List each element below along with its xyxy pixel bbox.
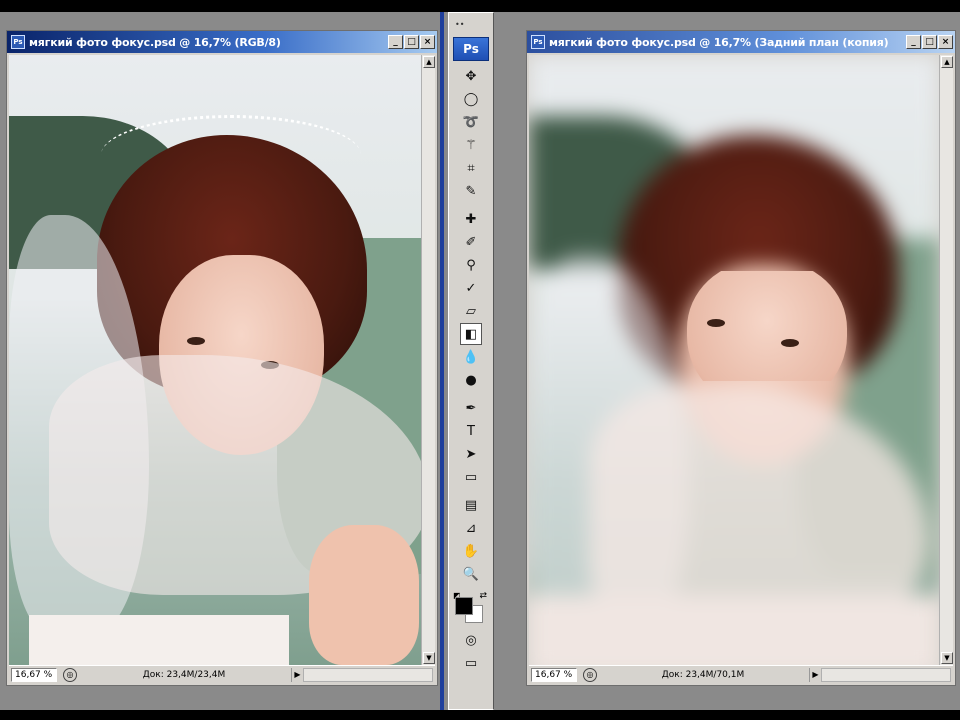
bride-photo-sharp [9, 55, 421, 665]
minimize-button[interactable]: _ [906, 35, 921, 49]
dodge-tool-icon[interactable]: ● [460, 369, 482, 391]
move-tool-icon[interactable]: ✥ [460, 65, 482, 87]
right-status-bar: 16,67 % ◎ Док: 23,4M/70,1M ▶ [529, 665, 953, 683]
screen-mode-icon[interactable]: ▭ [460, 652, 482, 674]
pen-tool-icon[interactable]: ✒ [460, 397, 482, 419]
right-window-titlebar[interactable]: Ps мягкий фото фокус.psd @ 16,7% (Задний… [527, 31, 955, 53]
right-zoom-field[interactable]: 16,67 % [531, 667, 577, 682]
right-doc-size: Док: 23,4M/70,1M [661, 669, 745, 680]
elliptical-marquee-tool-icon[interactable]: ◯ [460, 88, 482, 110]
close-button[interactable]: × [420, 35, 435, 49]
magic-wand-tool-icon[interactable]: ⚚ [460, 134, 482, 156]
tool-separator [449, 203, 493, 207]
photoshop-logo[interactable]: Ps [453, 37, 489, 61]
maximize-button[interactable]: □ [404, 35, 419, 49]
color-swatches: ◩ ⇄ [453, 591, 489, 625]
maximize-button[interactable]: □ [922, 35, 937, 49]
hand-tool-icon[interactable]: ✋ [460, 540, 482, 562]
left-document-window[interactable]: Ps мягкий фото фокус.psd @ 16,7% (RGB/8)… [6, 30, 438, 686]
photoshop-doc-icon: Ps [531, 35, 545, 49]
left-document-canvas[interactable] [9, 55, 421, 665]
foreground-color-swatch[interactable] [455, 597, 473, 615]
scroll-down-arrow-icon[interactable]: ▼ [423, 652, 435, 664]
quick-mask-icon[interactable]: ◎ [460, 629, 482, 651]
tool-separator [449, 392, 493, 396]
history-brush-tool-icon[interactable]: ✓ [460, 277, 482, 299]
scroll-down-arrow-icon[interactable]: ▼ [941, 652, 953, 664]
scroll-up-arrow-icon[interactable]: ▲ [423, 56, 435, 68]
right-document-window[interactable]: Ps мягкий фото фокус.psd @ 16,7% (Задний… [526, 30, 956, 686]
toolbox-grip[interactable]: •• [449, 13, 493, 35]
left-status-bar: 16,67 % ◎ Док: 23,4M/23,4M ▶ [9, 665, 435, 683]
scroll-up-arrow-icon[interactable]: ▲ [941, 56, 953, 68]
type-tool-icon[interactable]: T [460, 420, 482, 442]
crop-tool-icon[interactable]: ⌗ [460, 157, 482, 179]
blur-tool-icon[interactable]: 💧 [460, 346, 482, 368]
eraser-tool-icon[interactable]: ▱ [460, 300, 482, 322]
notes-tool-icon[interactable]: ▤ [460, 494, 482, 516]
brush-tool-icon[interactable]: ✐ [460, 231, 482, 253]
rectangle-tool-icon[interactable]: ▭ [460, 466, 482, 488]
eyedropper-tool-icon[interactable]: ⊿ [460, 517, 482, 539]
gradient-tool-icon[interactable]: ◧ [460, 323, 482, 345]
right-window-title: мягкий фото фокус.psd @ 16,7% (Задний пл… [549, 35, 889, 49]
left-window-title: мягкий фото фокус.psd @ 16,7% (RGB/8) [29, 35, 281, 49]
minimize-button[interactable]: _ [388, 35, 403, 49]
photoshop-doc-icon: Ps [11, 35, 25, 49]
clone-stamp-tool-icon[interactable]: ⚲ [460, 254, 482, 276]
left-window-titlebar[interactable]: Ps мягкий фото фокус.psd @ 16,7% (RGB/8)… [7, 31, 437, 53]
status-info-icon[interactable]: ◎ [63, 667, 77, 682]
right-vertical-scrollbar[interactable]: ▲ ▼ [939, 55, 953, 665]
tool-separator [449, 489, 493, 493]
zoom-tool-icon[interactable]: 🔍 [460, 563, 482, 585]
focus-area [677, 271, 847, 381]
toolbox-panel: •• Ps ✥ ◯ ➰ ⚚ ⌗ ✎ ✚ ✐ ⚲ ✓ ▱ ◧ 💧 ● ✒ T ➤ ▭ ▤ ⊿ ✋ 🔍 ◩ ⇄ ◎ ▭ [448, 12, 494, 710]
swap-colors-icon[interactable]: ⇄ [479, 591, 487, 601]
status-menu-arrow-icon[interactable]: ▶ [809, 667, 821, 682]
close-button[interactable]: × [938, 35, 953, 49]
panel-separator [440, 12, 444, 710]
path-selection-tool-icon[interactable]: ➤ [460, 443, 482, 465]
status-menu-arrow-icon[interactable]: ▶ [291, 667, 303, 682]
slice-tool-icon[interactable]: ✎ [460, 180, 482, 202]
left-zoom-field[interactable]: 16,67 % [11, 667, 57, 682]
tool-list: ✥ ◯ ➰ ⚚ ⌗ ✎ ✚ ✐ ⚲ ✓ ▱ ◧ 💧 ● ✒ T ➤ ▭ ▤ ⊿ ✋ 🔍 [449, 65, 493, 585]
healing-brush-tool-icon[interactable]: ✚ [460, 208, 482, 230]
right-horizontal-scrollbar[interactable] [821, 667, 951, 682]
left-vertical-scrollbar[interactable]: ▲ ▼ [421, 55, 435, 665]
left-doc-size: Док: 23,4M/23,4M [142, 669, 226, 680]
status-info-icon[interactable]: ◎ [583, 667, 597, 682]
lasso-tool-icon[interactable]: ➰ [460, 111, 482, 133]
left-horizontal-scrollbar[interactable] [303, 667, 433, 682]
